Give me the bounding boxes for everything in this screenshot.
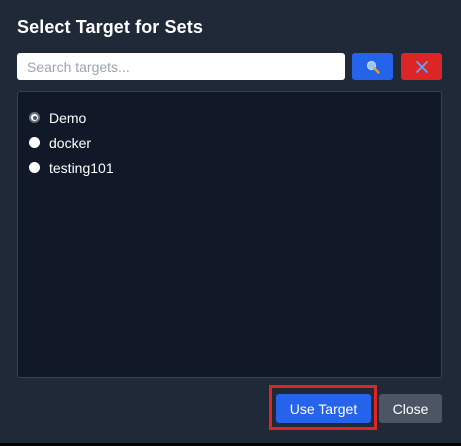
target-label: docker xyxy=(49,134,92,151)
target-option-testing101[interactable]: testing101 xyxy=(18,155,441,180)
radio-button[interactable] xyxy=(29,162,40,173)
target-option-docker[interactable]: docker xyxy=(18,130,441,155)
magnifier-icon xyxy=(366,60,380,74)
radio-button[interactable] xyxy=(29,137,40,148)
clear-button[interactable] xyxy=(401,53,442,80)
target-label: Demo xyxy=(49,109,87,126)
radio-button[interactable] xyxy=(29,112,40,123)
target-label: testing101 xyxy=(49,159,114,176)
close-icon xyxy=(415,60,428,73)
target-list: Demo docker testing101 xyxy=(17,91,442,378)
use-target-button[interactable]: Use Target xyxy=(276,394,371,423)
close-button[interactable]: Close xyxy=(379,394,442,423)
search-input[interactable] xyxy=(17,53,345,80)
search-button[interactable] xyxy=(352,53,393,80)
select-target-dialog: Select Target for Sets Demo docker testi… xyxy=(0,0,461,446)
dialog-title: Select Target for Sets xyxy=(17,17,203,37)
target-option-demo[interactable]: Demo xyxy=(18,105,441,130)
